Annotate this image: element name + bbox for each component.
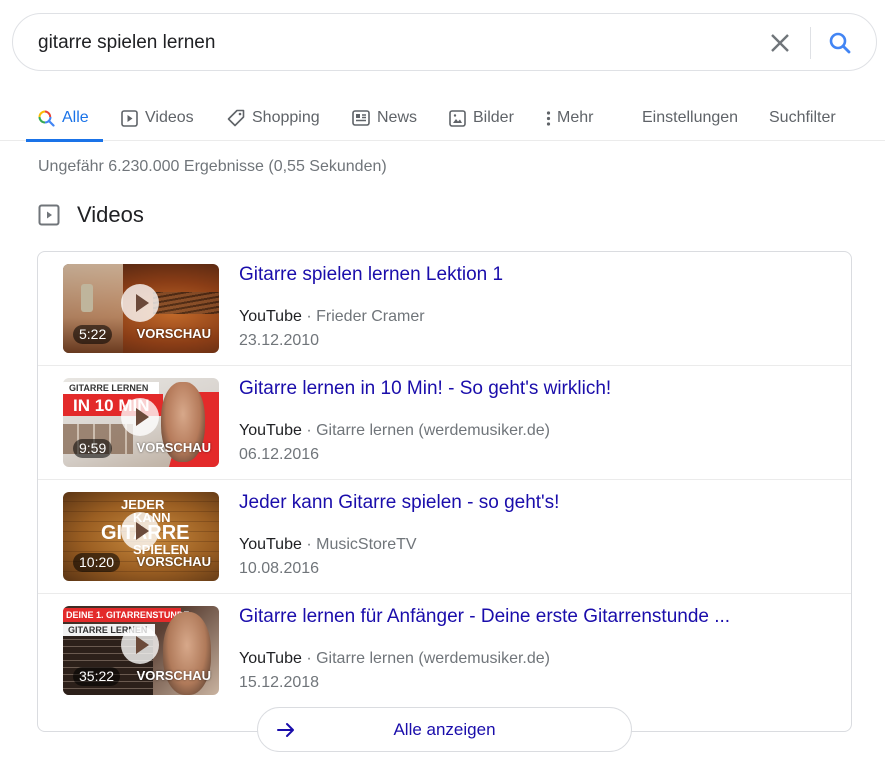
tab-shopping[interactable]: Shopping [227,95,320,141]
search-tabs: Alle Videos Shopping News Bilder Mehr Ei… [0,95,885,142]
video-date: 10.08.2016 [239,560,320,577]
tab-bilder[interactable]: Bilder [449,95,514,141]
video-channel: Frieder Cramer [316,308,425,325]
more-vertical-icon [546,110,551,127]
video-title-link[interactable]: Gitarre spielen lernen Lektion 1 [239,264,503,286]
video-platform: YouTube [239,308,302,325]
video-thumbnail[interactable]: DEINE 1. GITARRENSTUNDE GITARRE LERNEN 3… [63,606,219,695]
video-date: 06.12.2016 [239,446,320,463]
search-bar [12,13,877,71]
video-source: YouTube · MusicStoreTV [239,536,417,554]
tab-label: Alle [62,109,89,126]
tab-einstellungen[interactable]: Einstellungen [642,95,738,141]
show-all-label: Alle anzeigen [393,720,496,739]
video-item[interactable]: JEDER KANN GITARRE SPIELEN 10:20 VORSCHA… [38,480,851,594]
video-item[interactable]: GITARRE LERNEN IN 10 MIN 9:59 VORSCHAU G… [38,366,851,480]
tab-label: Einstellungen [642,109,739,126]
video-thumbnail[interactable]: JEDER KANN GITARRE SPIELEN 10:20 VORSCHA… [63,492,219,581]
newspaper-icon [352,110,370,126]
video-duration: 5:22 [73,325,113,344]
video-date: 15.12.2018 [239,674,320,691]
play-icon [121,512,159,550]
tab-alle[interactable]: Alle [26,95,103,142]
video-channel: Gitarre lernen (werdemusiker.de) [316,422,550,439]
videos-section-header: Videos [38,202,144,228]
video-source: YouTube · Gitarre lernen (werdemusiker.d… [239,422,550,440]
tab-suchfilter[interactable]: Suchfilter [769,95,836,141]
tab-label: Suchfilter [769,109,836,126]
video-thumbnail[interactable]: 5:22 VORSCHAU [63,264,219,353]
video-duration: 35:22 [73,667,121,686]
preview-label: VORSCHAU [136,440,211,455]
video-item[interactable]: DEINE 1. GITARRENSTUNDE GITARRE LERNEN 3… [38,594,851,708]
tab-videos[interactable]: Videos [121,95,194,141]
clear-search-button[interactable] [765,28,795,58]
play-icon [121,398,159,436]
tag-icon [227,109,245,127]
search-divider [810,27,811,59]
video-date: 23.12.2010 [239,332,320,349]
preview-label: VORSCHAU [136,554,211,569]
tab-label: Shopping [252,109,320,126]
video-platform: YouTube [239,536,302,553]
video-results-card: 5:22 VORSCHAU Gitarre spielen lernen Lek… [37,251,852,732]
search-icon [38,110,55,127]
video-channel: MusicStoreTV [316,536,417,553]
image-icon [449,109,466,127]
video-thumbnail[interactable]: GITARRE LERNEN IN 10 MIN 9:59 VORSCHAU [63,378,219,467]
search-input[interactable] [38,28,738,58]
tab-news[interactable]: News [352,95,417,141]
tab-mehr[interactable]: Mehr [546,95,593,141]
video-title-link[interactable]: Gitarre lernen in 10 Min! - So geht's wi… [239,378,611,400]
preview-label: VORSCHAU [136,326,211,341]
tab-label: Mehr [557,109,594,126]
play-icon [121,284,159,322]
separator: · [306,536,312,553]
play-icon [121,626,159,664]
search-icon [829,32,851,54]
video-item[interactable]: 5:22 VORSCHAU Gitarre spielen lernen Lek… [38,252,851,366]
preview-label: VORSCHAU [136,668,211,683]
video-channel: Gitarre lernen (werdemusiker.de) [316,650,550,667]
result-stats: Ungefähr 6.230.000 Ergebnisse (0,55 Seku… [38,158,387,175]
tab-label: Videos [145,109,194,126]
separator: · [306,650,312,667]
video-platform: YouTube [239,650,302,667]
video-title-link[interactable]: Gitarre lernen für Anfänger - Deine erst… [239,606,730,628]
thumbnail-overlay-text: GITARRE LERNEN [69,383,149,393]
show-all-button[interactable]: Alle anzeigen [257,707,632,752]
video-source: YouTube · Gitarre lernen (werdemusiker.d… [239,650,550,668]
tab-label: Bilder [473,109,514,126]
separator: · [306,308,312,325]
video-title-link[interactable]: Jeder kann Gitarre spielen - so geht's! [239,492,559,514]
video-icon [38,204,60,226]
video-platform: YouTube [239,422,302,439]
section-title: Videos [77,202,144,227]
video-duration: 9:59 [73,439,113,458]
separator: · [306,422,312,439]
video-source: YouTube · Frieder Cramer [239,308,425,326]
tab-label: News [377,109,418,126]
video-icon [121,109,138,127]
close-icon [771,34,789,52]
video-duration: 10:20 [73,553,121,572]
search-button[interactable] [824,28,856,58]
